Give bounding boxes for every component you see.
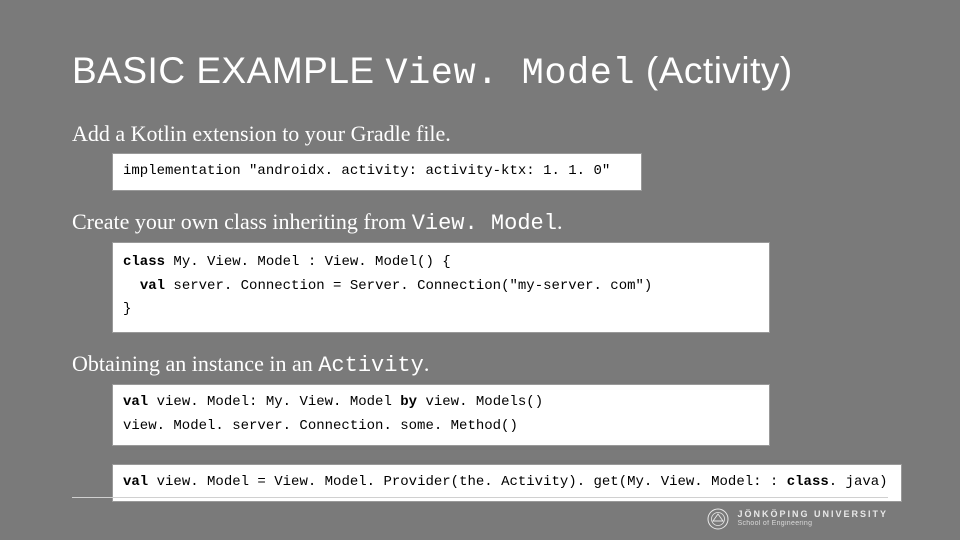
footer-logo: JÖNKÖPING UNIVERSITY School of Engineeri…	[707, 508, 888, 530]
kw-val-2: val	[123, 394, 148, 410]
kw-class-2: class	[787, 474, 829, 490]
title-mono: View. Model	[385, 53, 635, 95]
kw-val-3: val	[123, 474, 148, 490]
step-1-text: Add a Kotlin extension to your Gradle fi…	[72, 121, 890, 147]
code-block-viewmodel-class: class My. View. Model : View. Model() { …	[112, 242, 770, 333]
title-post: (Activity)	[635, 50, 793, 91]
code-l3: }	[123, 301, 131, 317]
step2-post: .	[557, 209, 563, 234]
slide-title: BASIC EXAMPLE View. Model (Activity)	[72, 50, 890, 95]
step3-pre: Obtaining an instance in an	[72, 351, 318, 376]
code-obtain-rest1: view. Models()	[417, 394, 543, 410]
code-block-provider: val view. Model = View. Model. Provider(…	[112, 464, 902, 502]
kw-val-1: val	[140, 278, 165, 294]
step3-mono: Activity	[318, 353, 424, 378]
kw-class: class	[123, 254, 165, 270]
step-3-text: Obtaining an instance in an Activity.	[72, 351, 890, 378]
code-obtain-line2: view. Model. server. Connection. some. M…	[123, 418, 518, 434]
step2-pre: Create your own class inheriting from	[72, 209, 412, 234]
university-seal-icon	[707, 508, 729, 530]
code-block-obtain-instance: val view. Model: My. View. Model by view…	[112, 384, 770, 446]
footer-school-name: School of Engineering	[737, 520, 888, 528]
footer-rule	[72, 497, 888, 498]
step-2-text: Create your own class inheriting from Vi…	[72, 209, 890, 236]
code-l1-rest: My. View. Model : View. Model() {	[165, 254, 451, 270]
kw-by: by	[400, 394, 417, 410]
code-gradle-line: implementation "androidx. activity: acti…	[123, 163, 610, 179]
title-pre: BASIC EXAMPLE	[72, 50, 385, 91]
code-l2-rest: server. Connection = Server. Connection(…	[165, 278, 652, 294]
step2-mono: View. Model	[412, 211, 557, 236]
code-provider-mid: view. Model = View. Model. Provider(the.…	[148, 474, 787, 490]
code-indent	[123, 278, 140, 294]
code-provider-rest: . java)	[829, 474, 888, 490]
footer-university-name: JÖNKÖPING UNIVERSITY	[737, 510, 888, 520]
code-block-gradle: implementation "androidx. activity: acti…	[112, 153, 642, 191]
step3-post: .	[424, 351, 430, 376]
code-obtain-mid1: view. Model: My. View. Model	[148, 394, 400, 410]
